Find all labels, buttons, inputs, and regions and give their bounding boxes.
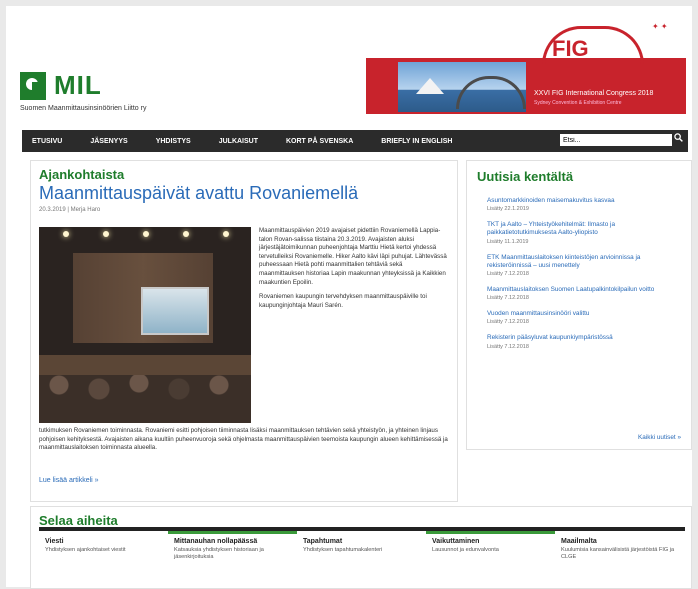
harbour-bridge-shape bbox=[456, 76, 526, 109]
ceiling-light bbox=[223, 231, 229, 237]
news-item: ETK Maanmittauslaitoksen kiinteistöjen a… bbox=[487, 254, 681, 277]
topic-description: Katsauksia yhdistyksen historiaan ja jäs… bbox=[174, 547, 264, 560]
banner-line-2: Sydney Convention & Exhibition Centre bbox=[534, 100, 622, 106]
search-icon[interactable] bbox=[674, 133, 683, 142]
news-item: Rekisterin pääsyluvat kaupunkiympäristös… bbox=[487, 334, 681, 349]
topic-description: Yhdistyksen tapahtumakalenteri bbox=[303, 547, 383, 553]
nav-item-english[interactable]: BRIEFLY IN ENGLISH bbox=[381, 138, 452, 145]
topic-title[interactable]: Tapahtumat bbox=[303, 538, 420, 545]
logo-subtitle: Suomen Maanmittausinsinöörien Liitto ry bbox=[20, 105, 147, 112]
nav-item-yhdistys[interactable]: YHDISTYS bbox=[156, 138, 191, 145]
article-panel: Ajankohtaista Maanmittauspäivät avattu R… bbox=[30, 160, 458, 502]
news-item: TKT ja Aalto – Yhteistyökehitelmät: Ilma… bbox=[487, 221, 681, 244]
search-input[interactable] bbox=[560, 134, 672, 146]
ceiling-light bbox=[183, 231, 189, 237]
opera-house-shape bbox=[416, 78, 444, 94]
news-date: Lisätty 11.1.2019 bbox=[487, 238, 529, 245]
news-link[interactable]: Maanmittauslaitoksen Suomen Laatupalkint… bbox=[487, 286, 681, 294]
topic-description: Yhdistyksen ajankohtaiset viestit bbox=[45, 547, 126, 553]
nav-item-jasenyys[interactable]: JÄSENYYS bbox=[90, 138, 127, 145]
news-date: Lisätty 7.12.2018 bbox=[487, 343, 529, 350]
stage bbox=[39, 355, 251, 377]
news-date: Lisätty 22.1.2019 bbox=[487, 206, 529, 213]
news-item: Vuoden maanmittausinsinööri valittu Lisä… bbox=[487, 310, 681, 325]
ceiling-light bbox=[143, 231, 149, 237]
news-heading: Uutisia kentältä bbox=[477, 169, 574, 184]
audience bbox=[39, 375, 251, 423]
news-date: Lisätty 7.12.2018 bbox=[487, 319, 529, 326]
topic-column[interactable]: Tapahtumat Yhdistyksen tapahtumakalenter… bbox=[297, 531, 426, 561]
article-paragraph: Maanmittauspäivien 2019 avajaiset pidett… bbox=[259, 227, 447, 286]
nav-items: ETUSIVU JÄSENYYS YHDISTYS JULKAISUT KORT… bbox=[32, 130, 452, 152]
news-link[interactable]: Asuntomarkkinoiden maisemakuvitus kasvaa bbox=[487, 197, 681, 205]
topic-column[interactable]: Vaikuttaminen Lausunnot ja edunvalvonta bbox=[426, 531, 555, 561]
topic-columns: Viesti Yhdistyksen ajankohtaiset viestit… bbox=[39, 531, 685, 561]
article-title[interactable]: Maanmittauspäivät avattu Rovaniemellä bbox=[39, 183, 358, 204]
nav-item-svenska[interactable]: KORT PÅ SVENSKA bbox=[286, 138, 353, 145]
fig-banner[interactable]: FIG ✦ ✦ XXVI FIG International Congress … bbox=[366, 18, 686, 114]
news-date: Lisätty 7.12.2018 bbox=[487, 271, 529, 278]
topic-column[interactable]: Maailmalta Kuulumisia kansainvälisistä j… bbox=[555, 531, 684, 561]
news-list: Asuntomarkkinoiden maisemakuvitus kasvaa… bbox=[487, 197, 681, 359]
topic-description: Lausunnot ja edunvalvonta bbox=[432, 547, 499, 553]
nav-item-julkaisut[interactable]: JULKAISUT bbox=[219, 138, 258, 145]
topic-column[interactable]: Mittanauhan nollapäässä Katsauksia yhdis… bbox=[168, 531, 297, 561]
projection-screen bbox=[141, 287, 209, 335]
article-photo[interactable] bbox=[39, 227, 251, 423]
read-more-link[interactable]: Lue lisää artikkeli » bbox=[39, 477, 99, 484]
logo-text: MIL bbox=[54, 70, 102, 100]
news-item: Asuntomarkkinoiden maisemakuvitus kasvaa… bbox=[487, 197, 681, 212]
star-icon: ✦ ✦ bbox=[652, 22, 668, 31]
topic-title[interactable]: Mittanauhan nollapäässä bbox=[174, 538, 291, 545]
banner-title: FIG bbox=[552, 36, 589, 61]
news-link[interactable]: TKT ja Aalto – Yhteistyökehitelmät: Ilma… bbox=[487, 221, 681, 237]
news-item: Maanmittauslaitoksen Suomen Laatupalkint… bbox=[487, 286, 681, 301]
article-meta: 20.3.2019 | Merja Haro bbox=[39, 207, 101, 213]
topic-title[interactable]: Viesti bbox=[45, 538, 162, 545]
topic-title[interactable]: Maailmalta bbox=[561, 538, 678, 545]
main-navbar: ETUSIVU JÄSENYYS YHDISTYS JULKAISUT KORT… bbox=[22, 130, 688, 152]
topic-title[interactable]: Vaikuttaminen bbox=[432, 538, 549, 545]
topic-description: Kuulumisia kansainvälisistä järjestöistä… bbox=[561, 547, 675, 560]
news-date: Lisätty 7.12.2018 bbox=[487, 295, 529, 302]
nav-item-etusivu[interactable]: ETUSIVU bbox=[32, 138, 62, 145]
ceiling-light bbox=[103, 231, 109, 237]
all-news-link[interactable]: Kaikki uutiset » bbox=[638, 434, 681, 441]
section-heading: Ajankohtaista bbox=[39, 167, 125, 182]
news-panel: Uutisia kentältä Asuntomarkkinoiden mais… bbox=[466, 160, 692, 450]
banner-line-1: XXVI FIG International Congress 2018 bbox=[534, 90, 654, 97]
logo[interactable]: MIL Suomen Maanmittausinsinöörien Liitto… bbox=[20, 70, 180, 122]
article-body: Maanmittauspäivien 2019 avajaiset pidett… bbox=[259, 227, 449, 316]
article-paragraph: Rovaniemen kaupungin tervehdyksen maanmi… bbox=[259, 293, 427, 309]
news-link[interactable]: ETK Maanmittauslaitoksen kiinteistöjen a… bbox=[487, 254, 681, 270]
topic-column[interactable]: Viesti Yhdistyksen ajankohtaiset viestit bbox=[39, 531, 168, 561]
article-continuation: tutkimuksen Rovaniemen toiminnasta. Rova… bbox=[39, 427, 448, 452]
browse-topics-panel: Selaa aiheita Viesti Yhdistyksen ajankoh… bbox=[30, 506, 692, 589]
browse-heading: Selaa aiheita bbox=[39, 513, 118, 528]
page: MIL Suomen Maanmittausinsinöörien Liitto… bbox=[6, 6, 692, 589]
logo-mark-icon bbox=[20, 72, 46, 100]
sydney-photo bbox=[398, 62, 526, 112]
news-link[interactable]: Rekisterin pääsyluvat kaupunkiympäristös… bbox=[487, 334, 681, 342]
ceiling-light bbox=[63, 231, 69, 237]
news-link[interactable]: Vuoden maanmittausinsinööri valittu bbox=[487, 310, 681, 318]
